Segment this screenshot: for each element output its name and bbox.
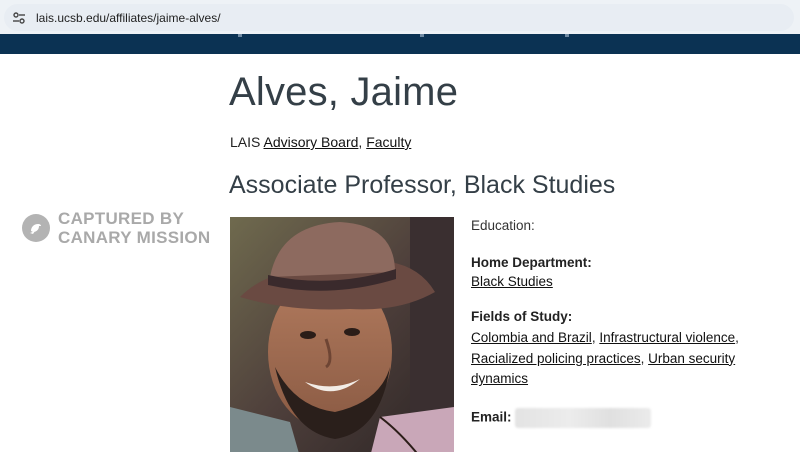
email-redacted (515, 407, 652, 428)
nav-item-fragment[interactable] (565, 34, 569, 37)
nav-item-fragment[interactable] (238, 34, 242, 37)
field-link[interactable]: Colombia and Brazil (471, 330, 592, 345)
watermark: CAPTURED BY CANARY MISSION (22, 209, 211, 247)
home-department-value: Black Studies (471, 274, 791, 289)
profile-photo (230, 217, 454, 452)
email-row: Email: (471, 407, 791, 428)
affiliation-separator: , (358, 134, 363, 150)
field-link[interactable]: Racialized policing practices (471, 351, 641, 366)
home-department-link[interactable]: Black Studies (471, 274, 553, 289)
email-label: Email: (471, 409, 512, 425)
site-info-icon[interactable] (12, 11, 26, 25)
faculty-link[interactable]: Faculty (366, 134, 411, 150)
profile-details: Education: Home Department: Black Studie… (471, 218, 791, 428)
nav-item-fragment[interactable] (420, 34, 424, 37)
site-navigation-bar (0, 34, 800, 54)
watermark-text: CAPTURED BY CANARY MISSION (58, 209, 211, 247)
fields-of-study-label: Fields of Study: (471, 309, 573, 324)
watermark-line-1: CAPTURED BY (58, 209, 185, 228)
url-text[interactable]: lais.ucsb.edu/affiliates/jaime-alves/ (36, 11, 221, 25)
advisory-board-link[interactable]: Advisory Board (263, 134, 358, 150)
page-title: Alves, Jaime (229, 70, 459, 114)
browser-toolbar: lais.ucsb.edu/affiliates/jaime-alves/ (0, 0, 800, 34)
fields-of-study-list: Colombia and Brazil, Infrastructural vio… (471, 330, 739, 386)
field-link[interactable]: Infrastructural violence (599, 330, 735, 345)
affiliation-line: LAIS Advisory Board, Faculty (230, 134, 411, 150)
education-label: Education: (471, 218, 535, 233)
home-department-label: Home Department: (471, 255, 592, 270)
affiliation-prefix: LAIS (230, 134, 261, 150)
watermark-line-2: CANARY MISSION (58, 228, 211, 247)
job-title: Associate Professor, Black Studies (229, 171, 616, 199)
canary-bird-icon (22, 214, 50, 242)
address-bar[interactable]: lais.ucsb.edu/affiliates/jaime-alves/ (4, 4, 794, 31)
